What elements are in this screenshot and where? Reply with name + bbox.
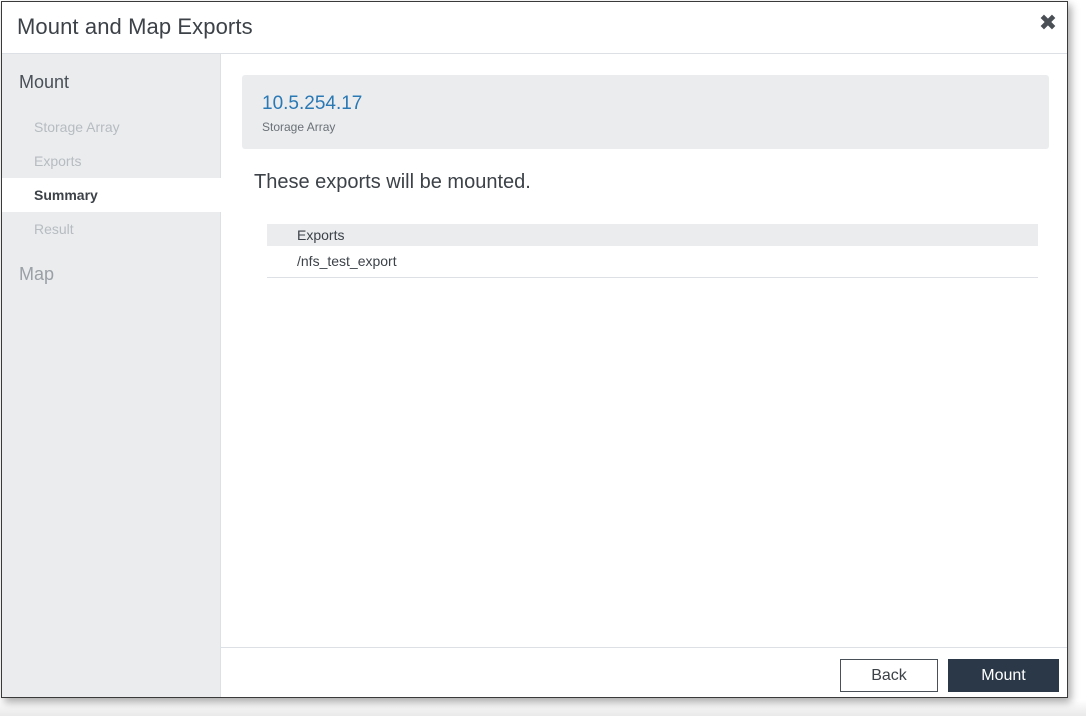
wizard-content: 10.5.254.17 Storage Array These exports … [221,54,1067,648]
exports-table: Exports /nfs_test_export [267,224,1038,278]
table-row: /nfs_test_export [267,246,1038,278]
sidebar-step-exports[interactable]: Exports [2,144,221,178]
sidebar-step-storage-array[interactable]: Storage Array [2,110,221,144]
storage-array-ip: 10.5.254.17 [262,93,363,114]
summary-message: These exports will be mounted. [254,171,531,193]
wizard-sidebar: Mount Storage Array Exports Summary Resu… [2,54,221,697]
sidebar-step-summary[interactable]: Summary [2,178,221,212]
sidebar-step-result[interactable]: Result [2,212,221,246]
mount-map-dialog: Mount and Map Exports ✖ Mount Storage Ar… [1,1,1068,698]
dialog-footer: Back Mount [221,647,1067,697]
dialog-title: Mount and Map Exports [17,14,253,39]
sidebar-section-mount: Mount [19,72,70,92]
mount-button[interactable]: Mount [948,659,1059,692]
sidebar-section-map: Map [19,264,55,284]
close-icon[interactable]: ✖ [1037,12,1059,34]
storage-array-label: Storage Array [262,120,336,134]
back-button[interactable]: Back [840,659,938,692]
exports-table-header: Exports [267,224,1038,246]
storage-array-panel: 10.5.254.17 Storage Array [242,75,1049,149]
dialog-titlebar: Mount and Map Exports ✖ [2,2,1067,54]
